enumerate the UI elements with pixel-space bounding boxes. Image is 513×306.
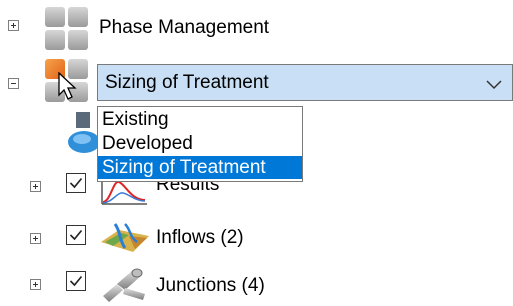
phase-select-combo[interactable]: Sizing of Treatment <box>97 64 513 101</box>
phase-management-label[interactable]: Phase Management <box>99 17 269 39</box>
results-checkbox[interactable] <box>66 173 86 193</box>
inflows-checkbox[interactable] <box>66 225 86 245</box>
dropdown-option-sizing-of-treatment[interactable]: Sizing of Treatment <box>98 156 302 179</box>
phase-select-value: Sizing of Treatment <box>105 72 269 93</box>
scenario-icon <box>66 110 100 159</box>
dropdown-option-developed[interactable]: Developed <box>98 132 302 155</box>
mouse-cursor-icon <box>58 71 78 107</box>
phase-dropdown-list: Existing Developed Sizing of Treatment <box>97 106 303 182</box>
inflows-label[interactable]: Inflows (2) <box>156 227 244 249</box>
expand-inflows-toggle[interactable] <box>30 233 41 244</box>
junctions-checkbox[interactable] <box>66 271 86 291</box>
expand-phase-management-toggle[interactable] <box>8 20 19 31</box>
expand-results-toggle[interactable] <box>30 181 41 192</box>
inflows-icon <box>99 222 151 259</box>
junctions-label[interactable]: Junctions (4) <box>156 275 265 297</box>
junctions-pipe-icon <box>99 266 149 306</box>
phase-management-icon <box>44 6 90 57</box>
expand-junctions-toggle[interactable] <box>30 279 41 290</box>
phase-tree-panel: Phase Management Sizing of Treatment Exi… <box>0 0 513 306</box>
dropdown-option-existing[interactable]: Existing <box>98 108 302 131</box>
collapse-sizing-phase-toggle[interactable] <box>8 78 19 89</box>
chevron-down-icon[interactable] <box>486 77 502 95</box>
